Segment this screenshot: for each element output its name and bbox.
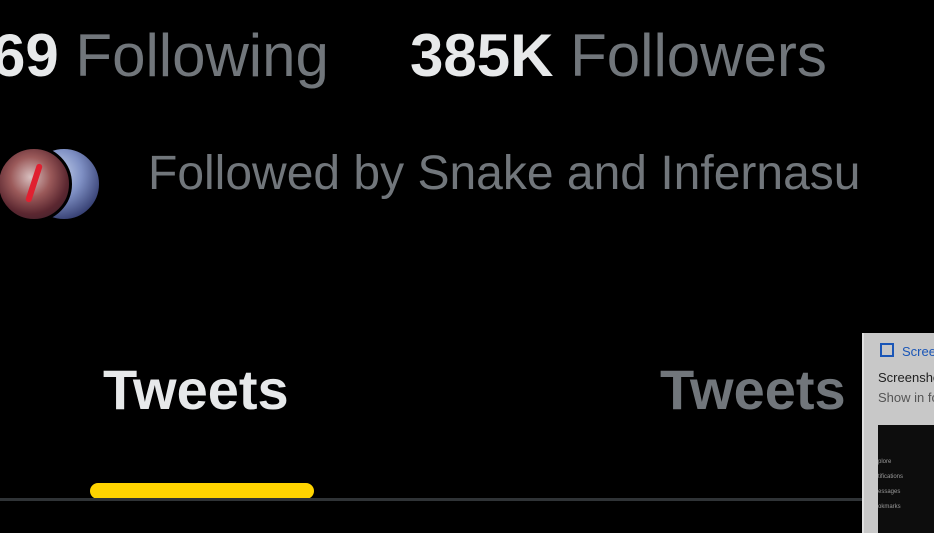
- thumb-text: essages: [878, 489, 901, 495]
- followers-count: 385K: [410, 22, 554, 89]
- followers-label: Followers: [570, 22, 827, 89]
- followers-stat[interactable]: 385K Followers: [410, 22, 827, 90]
- screenshot-thumbnail[interactable]: plore tifications essages okmarks: [878, 425, 934, 533]
- tab-tweets[interactable]: Tweets: [103, 358, 289, 422]
- following-count: 69: [0, 22, 59, 89]
- screenshot-icon: [880, 343, 894, 357]
- notification-subtitle[interactable]: Show in fo: [878, 390, 934, 405]
- notification-header: Screer: [880, 343, 934, 359]
- thumb-text: okmarks: [878, 504, 901, 510]
- thumb-text: tifications: [878, 474, 904, 480]
- following-label: Following: [75, 22, 329, 89]
- active-tab-indicator: [90, 483, 314, 499]
- screenshot-notification[interactable]: Screer Screensho Show in fo plore tifica…: [862, 333, 934, 533]
- notification-title: Screensho: [878, 370, 934, 385]
- followed-by-avatars[interactable]: [0, 146, 102, 222]
- tab-divider: [0, 498, 934, 501]
- following-stat[interactable]: 69 Following: [0, 22, 329, 90]
- thumb-text: plore: [878, 459, 892, 465]
- followed-by-text[interactable]: Followed by Snake and Infernasu: [148, 145, 860, 203]
